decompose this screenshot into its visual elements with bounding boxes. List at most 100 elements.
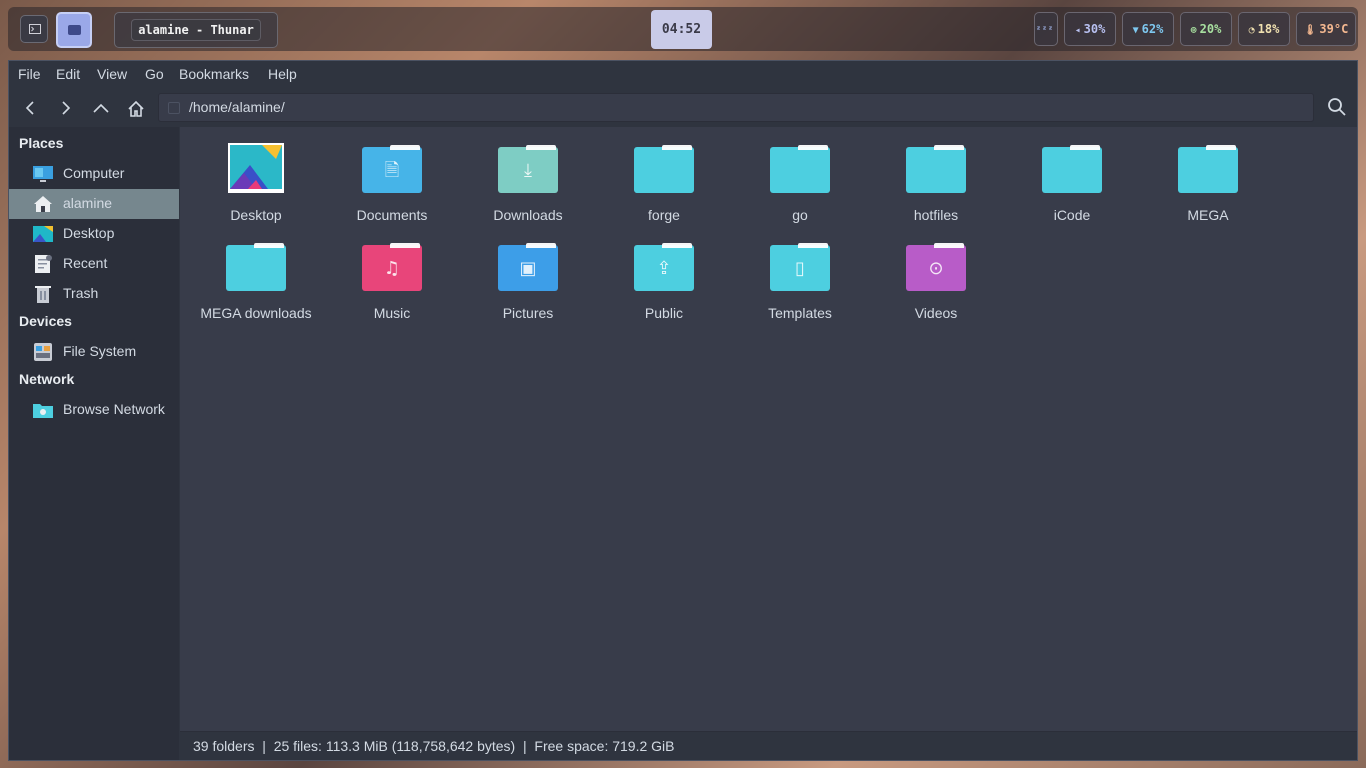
folder-icon bbox=[1178, 143, 1238, 197]
back-button[interactable] bbox=[18, 96, 44, 120]
file-item-label: Documents bbox=[356, 207, 428, 223]
desktop-icon bbox=[32, 224, 53, 244]
public-folder-icon: ⇪ bbox=[634, 241, 694, 295]
folder-icon bbox=[1042, 143, 1102, 197]
home-icon bbox=[128, 100, 144, 117]
folder-icon bbox=[634, 143, 694, 197]
file-item[interactable]: forge bbox=[596, 133, 732, 225]
menu-go[interactable]: Go bbox=[145, 66, 164, 82]
sidebar-item-trash[interactable]: Trash bbox=[9, 279, 179, 309]
sleep-indicator[interactable]: ᶻᶻᶻ bbox=[1034, 12, 1058, 46]
chevron-left-icon bbox=[25, 101, 34, 115]
file-item-label: Videos bbox=[914, 305, 958, 321]
file-item-label: iCode bbox=[1053, 207, 1091, 223]
volume-icon: ◂ bbox=[1074, 25, 1081, 36]
search-button[interactable] bbox=[1327, 97, 1349, 119]
menu-bookmarks[interactable]: Bookmarks bbox=[179, 66, 249, 82]
file-view[interactable]: Desktop 🗎 Documents ⤓ Downloads forge go hotfil… bbox=[180, 127, 1357, 731]
file-item-label: MEGA downloads bbox=[200, 305, 312, 321]
sidebar-section-places: Places bbox=[19, 135, 64, 151]
sidebar-item-label: Desktop bbox=[63, 225, 115, 241]
folder-icon bbox=[168, 102, 180, 114]
videos-folder-icon: ⊙ bbox=[906, 241, 966, 295]
file-item-label: forge bbox=[648, 207, 680, 223]
thermometer-icon: 🌡 bbox=[1303, 25, 1317, 36]
thermometer-indicator[interactable]: 🌡 39°C bbox=[1296, 12, 1356, 46]
menu-view[interactable]: View bbox=[97, 66, 127, 82]
file-item[interactable]: Desktop bbox=[188, 133, 324, 225]
indicator-value: 30% bbox=[1083, 22, 1106, 36]
menu-edit[interactable]: Edit bbox=[56, 66, 80, 82]
file-item[interactable]: ♫ Music bbox=[324, 231, 460, 323]
file-item[interactable]: ▯ Templates bbox=[732, 231, 868, 323]
status-folders: 39 folders bbox=[193, 738, 255, 754]
file-item-label: MEGA bbox=[1187, 207, 1229, 223]
file-item-label: Downloads bbox=[493, 207, 563, 223]
file-item[interactable]: ⇪ Public bbox=[596, 231, 732, 323]
file-item[interactable]: ⤓ Downloads bbox=[460, 133, 596, 225]
file-item-label: Pictures bbox=[502, 305, 554, 321]
sidebar-item-label: File System bbox=[63, 343, 137, 359]
gauge-indicator[interactable]: ◔ 18% bbox=[1238, 12, 1290, 46]
cpu-indicator[interactable]: ⊚ 20% bbox=[1180, 12, 1232, 46]
sidebar-item-label: Browse Network bbox=[63, 401, 165, 417]
sidebar-item-computer[interactable]: Computer bbox=[9, 159, 179, 189]
sidebar-section-devices: Devices bbox=[19, 313, 72, 329]
file-item[interactable]: iCode bbox=[1004, 133, 1140, 225]
sidebar: Places Computer alamine Desktop Recent Trash D… bbox=[9, 127, 179, 760]
file-manager-launcher-button[interactable] bbox=[56, 12, 92, 48]
thunar-window: File Edit View Go Bookmarks Help /home/a… bbox=[8, 60, 1358, 761]
filesystem-icon bbox=[32, 342, 53, 362]
recent-icon bbox=[32, 254, 53, 274]
indicator-value: 20% bbox=[1199, 22, 1222, 36]
top-panel: alamine - Thunar 04:52 ᶻᶻᶻ ◂ 30% ▼ 62% ⊚ 20% ◔ 1… bbox=[8, 7, 1358, 51]
volume-indicator[interactable]: ◂ 30% bbox=[1064, 12, 1116, 46]
search-icon bbox=[1328, 98, 1346, 116]
menu-help[interactable]: Help bbox=[268, 66, 297, 82]
menu-file[interactable]: File bbox=[18, 66, 41, 82]
file-item-label: Templates bbox=[768, 305, 832, 321]
sidebar-item-recent[interactable]: Recent bbox=[9, 249, 179, 279]
file-item[interactable]: hotfiles bbox=[868, 133, 1004, 225]
computer-icon bbox=[32, 164, 53, 184]
indicator-value: 62% bbox=[1141, 22, 1164, 36]
sidebar-item-label: Recent bbox=[63, 255, 108, 271]
taskbar-window-button[interactable]: alamine - Thunar bbox=[114, 12, 278, 48]
file-item-label: Desktop bbox=[230, 207, 282, 223]
pictures-folder-icon: ▣ bbox=[498, 241, 558, 295]
sidebar-item-alamine[interactable]: alamine bbox=[9, 189, 179, 219]
sidebar-item-label: Trash bbox=[63, 285, 99, 301]
downloads-folder-icon: ⤓ bbox=[498, 143, 558, 197]
sidebar-section-network: Network bbox=[19, 371, 75, 387]
statusbar: 39 folders | 25 files: 113.3 MiB (118,75… bbox=[180, 731, 1357, 760]
file-item[interactable]: MEGA downloads bbox=[188, 231, 324, 323]
indicator-value: 18% bbox=[1257, 22, 1280, 36]
forward-button[interactable] bbox=[52, 96, 78, 120]
templates-folder-icon: ▯ bbox=[770, 241, 830, 295]
file-item-label: Music bbox=[373, 305, 411, 321]
documents-folder-icon: 🗎 bbox=[362, 143, 422, 197]
file-item[interactable]: ▣ Pictures bbox=[460, 231, 596, 323]
file-item[interactable]: 🗎 Documents bbox=[324, 133, 460, 225]
cpu-icon: ⊚ bbox=[1190, 25, 1197, 36]
status-files: 25 files: 113.3 MiB (118,758,642 bytes) bbox=[273, 738, 516, 754]
file-item[interactable]: go bbox=[732, 133, 868, 225]
folder-icon bbox=[68, 25, 81, 35]
network-icon bbox=[32, 400, 53, 420]
location-bar[interactable]: /home/alamine/ bbox=[158, 93, 1314, 122]
sidebar-item-desktop[interactable]: Desktop bbox=[9, 219, 179, 249]
terminal-launcher-button[interactable] bbox=[20, 15, 48, 43]
clock[interactable]: 04:52 bbox=[651, 10, 712, 49]
file-item[interactable]: MEGA bbox=[1140, 133, 1276, 225]
status-text: 39 folders | 25 files: 113.3 MiB (118,75… bbox=[193, 738, 675, 754]
trash-icon bbox=[32, 284, 53, 304]
sidebar-item-label: alamine bbox=[63, 195, 113, 211]
wifi-icon: ▼ bbox=[1132, 25, 1139, 36]
home-button[interactable] bbox=[122, 96, 148, 120]
file-item[interactable]: ⊙ Videos bbox=[868, 231, 1004, 323]
up-button[interactable] bbox=[87, 96, 113, 120]
sidebar-item-file-system[interactable]: File System bbox=[9, 337, 179, 367]
location-path: /home/alamine/ bbox=[189, 99, 285, 115]
sidebar-item-browse-network[interactable]: Browse Network bbox=[9, 395, 179, 425]
wifi-indicator[interactable]: ▼ 62% bbox=[1122, 12, 1174, 46]
